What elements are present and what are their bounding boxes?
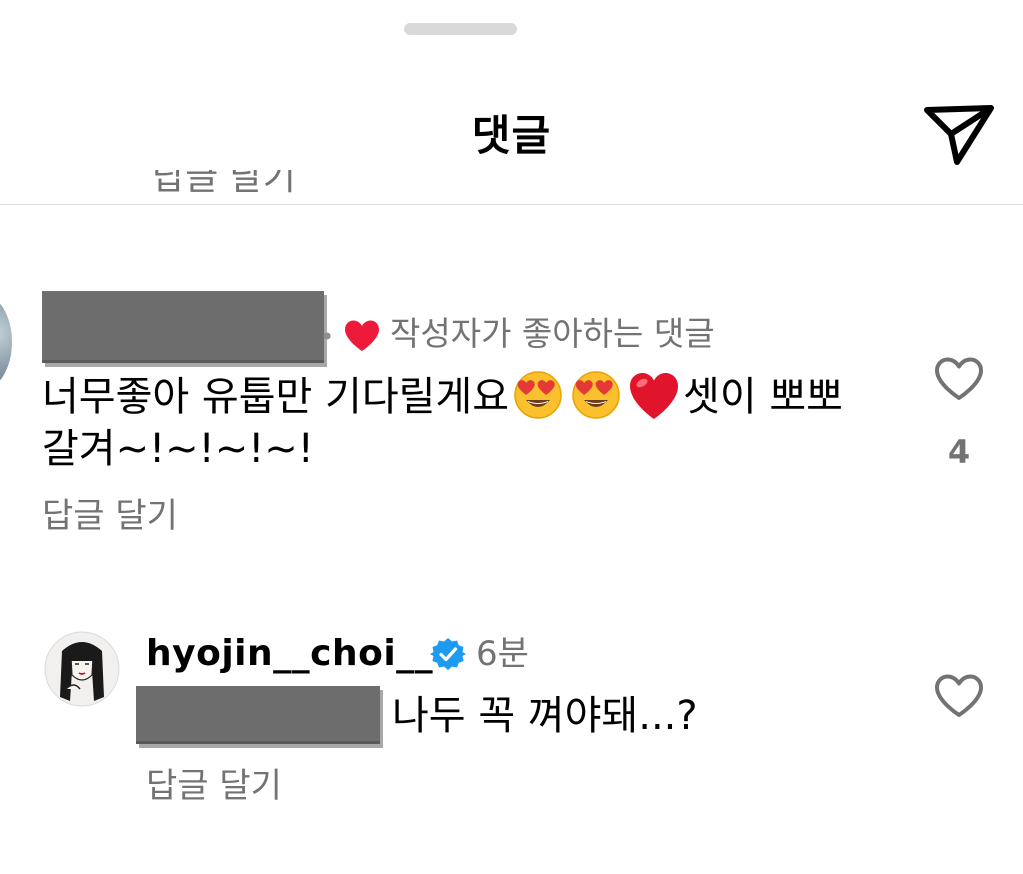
comment-text: 너무좋아 유툽만 기다릴게요 셋이 뽀뽀 — [42, 368, 843, 426]
comment-text-line2: 갈겨~!~!~!~! — [42, 426, 314, 472]
comment-text: 나두 꼭 껴야돼...? — [392, 693, 698, 739]
avatar[interactable] — [0, 294, 12, 390]
verified-badge-icon — [430, 638, 466, 670]
timestamp: 6분 — [476, 634, 529, 674]
avatar[interactable] — [44, 631, 120, 707]
heart-outline-icon[interactable] — [933, 673, 985, 719]
send-paper-plane-icon[interactable] — [922, 100, 996, 166]
partial-reply-link: 답글 달기 — [152, 170, 296, 198]
page-title: 댓글 — [471, 111, 552, 160]
liked-by-author-label: 작성자가 좋아하는 댓글 — [390, 314, 715, 353]
redacted-username — [42, 291, 324, 363]
heart-eyes-emoji-icon — [572, 371, 620, 419]
reply-button[interactable]: 답글 달기 — [146, 762, 282, 810]
reply-button[interactable]: 답글 달기 — [42, 492, 178, 540]
redacted-mention — [136, 686, 380, 744]
red-heart-emoji-icon — [630, 373, 679, 419]
heart-eyes-emoji-icon — [514, 371, 562, 419]
heart-outline-icon[interactable] — [933, 356, 985, 402]
heart-filled-icon — [345, 320, 379, 351]
comment-text-part: 셋이 뽀뽀 — [683, 374, 843, 420]
comment-username[interactable]: hyojin__choi__ — [146, 629, 433, 679]
separator-dot: • — [320, 323, 335, 351]
sheet-drag-handle[interactable] — [404, 23, 517, 35]
comment-text-part: 너무좋아 유툽만 기다릴게요 — [42, 374, 510, 420]
like-count: 4 — [947, 433, 971, 471]
